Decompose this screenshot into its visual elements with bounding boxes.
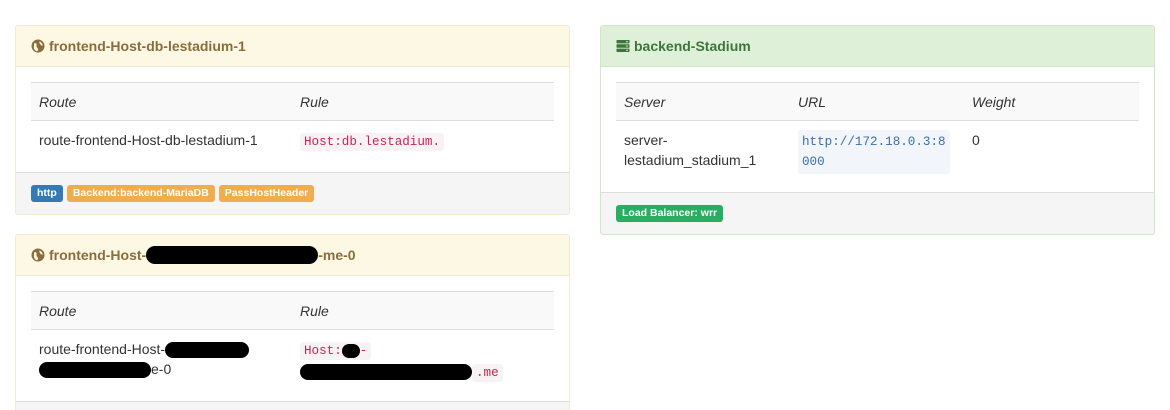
backend-title: backend-Stadium xyxy=(634,38,751,54)
redaction-mark xyxy=(39,362,151,379)
frontend-title: frontend-Host-db-lestadium-1 xyxy=(49,38,246,54)
server-url-line-2: 000 xyxy=(802,155,825,169)
backend-panel: backend-Stadium Server URL Weight server… xyxy=(600,25,1155,235)
globe-icon xyxy=(31,248,45,262)
route-suffix: e-0 xyxy=(151,361,172,377)
rule-code-line-2: .me xyxy=(472,364,503,382)
route-name: route-frontend-Host- e-0 xyxy=(31,330,292,393)
servers-table: Server URL Weight server- lestadium_stad… xyxy=(616,82,1139,183)
globe-icon xyxy=(31,39,45,53)
route-prefix: route-frontend-Host- xyxy=(39,341,166,357)
url-cell: http://172.18.0.3:8 000 xyxy=(790,121,964,184)
column-header-route: Route xyxy=(31,82,292,121)
table-row: route-frontend-Host-db-lestadium-1 Host:… xyxy=(31,121,554,162)
routes-table: Route Rule route-frontend-Host-db-lestad… xyxy=(31,82,554,161)
server-name-line-2: lestadium_stadium_1 xyxy=(624,152,757,168)
server-icon xyxy=(616,39,630,53)
route-name: route-frontend-Host-db-lestadium-1 xyxy=(39,132,258,148)
server-url-line-1: http://172.18.0.3:8 xyxy=(802,135,946,149)
redaction-mark xyxy=(341,343,360,358)
column-header-route: Route xyxy=(31,291,292,330)
redaction-mark xyxy=(165,342,250,359)
server-weight: 0 xyxy=(972,132,980,148)
server-name-line-1: server- xyxy=(624,132,668,148)
rule-code: Host:db.lestadium. xyxy=(300,133,445,151)
redaction-mark xyxy=(146,246,319,264)
frontend-panel-heading: frontend-Host-db-lestadium-1 xyxy=(16,26,569,67)
rule-code-line-1: Host: - xyxy=(300,342,372,360)
column-header-server: Server xyxy=(616,82,790,121)
backend-footer: Load Balancer: wrr xyxy=(601,192,1154,234)
server-url: http://172.18.0.3:8 000 xyxy=(798,130,950,174)
column-header-weight: Weight xyxy=(964,82,1139,121)
column-header-rule: Rule xyxy=(292,291,554,330)
table-row: server- lestadium_stadium_1 http://172.1… xyxy=(616,121,1139,184)
column-header-url: URL xyxy=(790,82,964,121)
frontend-panel-1: frontend-Host-db-lestadium-1 Route Rule … xyxy=(15,25,570,215)
rule-cell: Host:db.lestadium. xyxy=(292,121,554,162)
frontend-footer xyxy=(16,401,569,410)
frontend-title-prefix: frontend-Host- xyxy=(49,247,147,263)
frontend-footer: http Backend:backend-MariaDB PassHostHea… xyxy=(16,172,569,214)
frontend-body: Route Rule route-frontend-Host-db-lestad… xyxy=(16,67,569,161)
entrypoint-badge: http xyxy=(31,185,63,202)
rule-dash: - xyxy=(359,344,368,358)
frontend-panel-heading: frontend-Host- -me-0 xyxy=(16,235,569,276)
pass-host-header-badge: PassHostHeader xyxy=(218,185,315,202)
backend-panel-heading: backend-Stadium xyxy=(601,26,1154,67)
backend-body: Server URL Weight server- lestadium_stad… xyxy=(601,67,1154,183)
routes-table: Route Rule route-frontend-Host- e-0 Host… xyxy=(31,291,554,392)
backend-badge: Backend:backend-MariaDB xyxy=(66,185,215,202)
frontend-title-suffix: -me-0 xyxy=(318,247,356,263)
server-name: server- lestadium_stadium_1 xyxy=(616,121,790,184)
redaction-mark xyxy=(300,364,472,381)
frontend-body: Route Rule route-frontend-Host- e-0 Host… xyxy=(16,276,569,392)
table-row: route-frontend-Host- e-0 Host: - .me xyxy=(31,330,554,393)
load-balancer-badge: Load Balancer: wrr xyxy=(616,205,724,222)
rule-cell: Host: - .me xyxy=(292,330,554,393)
column-header-rule: Rule xyxy=(292,82,554,121)
rule-prefix: Host: xyxy=(304,344,342,358)
frontend-panel-2: frontend-Host- -me-0 Route Rule route-fr… xyxy=(15,234,570,410)
